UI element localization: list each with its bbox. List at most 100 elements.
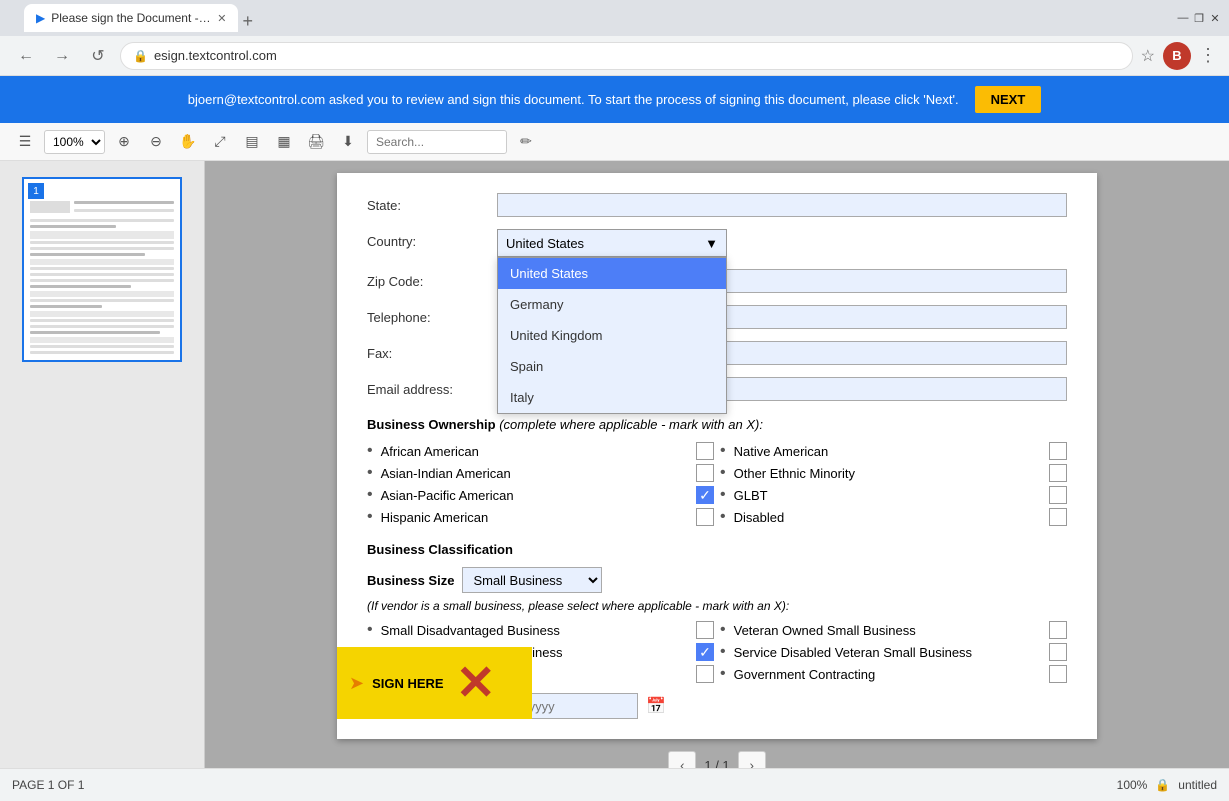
sidebar-toggle-button[interactable]: ☰ — [12, 129, 38, 155]
back-button[interactable]: ← — [12, 42, 40, 70]
next-button[interactable]: NEXT — [975, 86, 1042, 113]
sign-arrow-icon: ➤ — [349, 673, 364, 694]
ownership-grid: • African American • Asian-Indian Americ… — [367, 442, 1067, 526]
calendar-icon[interactable]: 📅 — [646, 696, 666, 716]
country-select-display[interactable]: United States ▼ — [497, 229, 727, 257]
ownership-row-native: • Native American — [720, 442, 1067, 460]
zoom-select[interactable]: 100% 75% 125% 150% — [44, 130, 105, 154]
next-page-button[interactable]: › — [738, 751, 766, 768]
menu-button[interactable]: ⋮ — [1199, 45, 1217, 66]
address-bar[interactable]: 🔒 esign.textcontrol.com — [120, 42, 1133, 70]
annotate-button[interactable]: ✏ — [513, 129, 539, 155]
check-mark-icon: ✓ — [699, 487, 711, 504]
ownership-title: Business Ownership (complete where appli… — [367, 417, 1067, 432]
doc-area: State: Country: United States ▼ United S… — [205, 161, 1229, 768]
bookmark-button[interactable]: ☆ — [1141, 46, 1155, 66]
zip-label: Zip Code: — [367, 274, 497, 289]
business-ownership-section: Business Ownership (complete where appli… — [367, 417, 1067, 526]
single-page-button[interactable]: ▤ — [239, 129, 265, 155]
tab-bar: ▶ Please sign the Document - Text ✕ + — [24, 4, 1169, 32]
refresh-button[interactable]: ↺ — [84, 42, 112, 70]
browser-toolbar: ← → ↺ 🔒 esign.textcontrol.com ☆ B ⋮ — [0, 36, 1229, 76]
zoom-in-button[interactable]: ⊕ — [111, 129, 137, 155]
checkbox-hubzone[interactable] — [696, 665, 714, 683]
page-info: 1 / 1 — [704, 758, 729, 769]
ownership-row-other-ethnic: • Other Ethnic Minority — [720, 464, 1067, 482]
active-tab[interactable]: ▶ Please sign the Document - Text ✕ — [24, 4, 238, 32]
forward-button[interactable]: → — [48, 42, 76, 70]
sign-x-mark-icon: ✕ — [456, 655, 496, 711]
ownership-subtitle: (complete where applicable - mark with a… — [499, 417, 763, 432]
ownership-label-asian-indian: Asian-Indian American — [381, 466, 688, 481]
two-page-button[interactable]: ▦ — [271, 129, 297, 155]
ownership-row-asian-indian: • Asian-Indian American — [367, 464, 714, 482]
country-option-us[interactable]: United States — [498, 258, 726, 289]
check-mark-woman-icon: ✓ — [699, 644, 711, 661]
checkbox-hispanic[interactable] — [696, 508, 714, 526]
ownership-label-asian-pacific: Asian-Pacific American — [381, 488, 688, 503]
ownership-label-other-ethnic: Other Ethnic Minority — [734, 466, 1041, 481]
ownership-label-hispanic: Hispanic American — [381, 510, 688, 525]
checkbox-african[interactable] — [696, 442, 714, 460]
sign-here-banner[interactable]: ➤ SIGN HERE ✕ — [337, 647, 532, 719]
tab-favicon-icon: ▶ — [36, 11, 45, 25]
checkbox-native[interactable] — [1049, 442, 1067, 460]
pagination: ‹ 1 / 1 › — [205, 751, 1229, 768]
country-option-it[interactable]: Italy — [498, 382, 726, 413]
fit-page-button[interactable]: ⤢ — [207, 129, 233, 155]
checkbox-asian-pacific[interactable]: ✓ — [696, 486, 714, 504]
telephone-label: Telephone: — [367, 310, 497, 325]
country-option-de[interactable]: Germany — [498, 289, 726, 320]
checkbox-asian-indian[interactable] — [696, 464, 714, 482]
class-label-veteran: Veteran Owned Small Business — [734, 623, 1041, 638]
new-tab-button[interactable]: + — [242, 11, 253, 32]
class-label-service-dis: Service Disabled Veteran Small Business — [734, 645, 1041, 660]
checkbox-disabled[interactable] — [1049, 508, 1067, 526]
profile-button[interactable]: B — [1163, 42, 1191, 70]
ownership-row-glbt: • GLBT — [720, 486, 1067, 504]
country-option-uk[interactable]: United Kingdom — [498, 320, 726, 351]
ownership-label-glbt: GLBT — [734, 488, 1041, 503]
url-text: esign.textcontrol.com — [154, 48, 277, 63]
state-input[interactable] — [497, 193, 1067, 217]
main-area: 1 — [0, 161, 1229, 768]
ownership-row-african: • African American — [367, 442, 714, 460]
business-size-select[interactable]: Small Business Large Business Medium Bus… — [462, 567, 602, 593]
ownership-row-disabled: • Disabled — [720, 508, 1067, 526]
checkbox-service-dis[interactable] — [1049, 643, 1067, 661]
minimize-button[interactable]: — — [1177, 12, 1189, 24]
checkbox-gov[interactable] — [1049, 665, 1067, 683]
country-dropdown-container: United States ▼ United States Germany Un… — [497, 229, 717, 257]
classification-title: Business Classification — [367, 542, 1067, 557]
download-button[interactable]: ⬇ — [335, 129, 361, 155]
status-right: 100% 🔒 untitled — [1117, 778, 1217, 792]
country-option-es[interactable]: Spain — [498, 351, 726, 382]
checkbox-woman[interactable]: ✓ — [696, 643, 714, 661]
close-button[interactable]: ✕ — [1209, 12, 1221, 24]
country-dropdown-arrow-icon: ▼ — [705, 236, 718, 251]
checkbox-other-ethnic[interactable] — [1049, 464, 1067, 482]
prev-page-button[interactable]: ‹ — [668, 751, 696, 768]
class-row-small-dis: • Small Disadvantaged Business — [367, 621, 714, 639]
search-input[interactable] — [367, 130, 507, 154]
state-row: State: — [367, 193, 1067, 217]
tab-close-button[interactable]: ✕ — [217, 12, 226, 25]
window-controls-right: — ❐ ✕ — [1177, 12, 1221, 24]
page-thumbnail[interactable]: 1 — [22, 177, 182, 362]
lock-icon: 🔒 — [133, 49, 148, 63]
class-row-service-dis: • Service Disabled Veteran Small Busines… — [720, 643, 1067, 661]
thumb-page-number: 1 — [28, 183, 44, 199]
restore-button[interactable]: ❐ — [1193, 12, 1205, 24]
print-button[interactable]: 🖨 — [303, 129, 329, 155]
checkbox-glbt[interactable] — [1049, 486, 1067, 504]
business-size-label: Business Size — [367, 573, 454, 588]
ownership-label-native: Native American — [734, 444, 1041, 459]
checkbox-small-dis[interactable] — [696, 621, 714, 639]
pan-button[interactable]: ✋ — [175, 129, 201, 155]
zoom-out-button[interactable]: ⊖ — [143, 129, 169, 155]
sidebar: 1 — [0, 161, 205, 768]
status-zoom: 100% — [1117, 778, 1148, 792]
checkbox-veteran[interactable] — [1049, 621, 1067, 639]
country-label: Country: — [367, 234, 497, 249]
country-row: Country: United States ▼ United States G… — [367, 229, 1067, 257]
